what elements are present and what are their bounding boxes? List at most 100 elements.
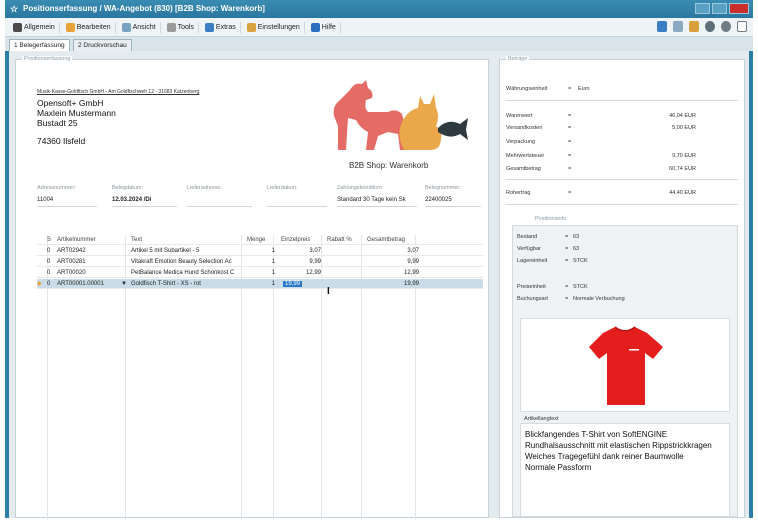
menu-bar: Allgemein Bearbeiten Ansicht Tools Extra… xyxy=(5,18,753,37)
column-header-einzelpreis[interactable]: Einzelpreis xyxy=(281,235,310,245)
article-text-line: Normale Passform xyxy=(525,463,592,472)
content-area: Positionserfassung Musik-Kasse-Goldfisch… xyxy=(9,51,749,520)
amount-row: Mehrwertsteuer = 9,70 EUR xyxy=(506,153,696,159)
stock-row: Bestand = 63 xyxy=(517,234,580,240)
cat-shape xyxy=(399,94,442,150)
divider xyxy=(506,179,738,180)
cell-menge: 1 xyxy=(271,248,275,254)
gear-icon[interactable] xyxy=(721,21,731,32)
cell-gesamtbetrag: 3,07 xyxy=(407,248,419,254)
view-icon xyxy=(121,22,131,32)
shop-logo xyxy=(333,80,468,150)
currency-row: Währungseinheit = Euro xyxy=(506,86,590,92)
window-controls xyxy=(695,3,749,14)
tab-druckvorschau[interactable]: 2 Druckvorschau xyxy=(73,39,132,51)
amount-row: Versandkosten = 5,00 EUR xyxy=(506,125,696,131)
grid-header-row: S Artikelnummer Text Menge Einzelpreis R… xyxy=(37,235,483,245)
window-title: Positionserfassung / WA-Angebot (830) [B… xyxy=(23,4,265,13)
cell-einzelpreis: 9,99 xyxy=(309,259,321,265)
toolbar-right xyxy=(657,21,747,32)
cell-s: 0 xyxy=(47,281,51,287)
column-header-artikelnummer[interactable]: Artikelnummer xyxy=(57,235,96,245)
document-icon[interactable] xyxy=(689,21,699,32)
cell-artikelnummer: ART00020 xyxy=(57,270,86,276)
text-cursor-icon: I xyxy=(327,286,330,297)
cell-s: 0 xyxy=(47,270,51,276)
price-row: Preiseinheit = STCK xyxy=(517,284,588,290)
address-line-street: Bustadt 25 xyxy=(37,118,78,128)
application-window: ☆ Positionserfassung / WA-Angebot (830) … xyxy=(5,0,753,520)
calculator-icon[interactable] xyxy=(673,21,683,32)
cell-einzelpreis: 12,99 xyxy=(305,270,321,276)
help-icon xyxy=(310,22,320,32)
amount-row: Verpackung = xyxy=(506,139,572,145)
window-icon[interactable] xyxy=(737,21,747,32)
table-row[interactable]: 0 ART00281 Vitakraft Emotion Beauty Sele… xyxy=(37,257,483,267)
title-bar[interactable]: ☆ Positionserfassung / WA-Angebot (830) … xyxy=(5,0,753,18)
field-lieferadresse[interactable]: Lieferadresse: xyxy=(187,185,252,207)
cell-artikelnummer: ART00281 xyxy=(57,259,86,265)
field-belegnummer[interactable]: Belegnummer: 22400025 xyxy=(425,185,481,207)
article-text-box[interactable]: Blickfangendes T-Shirt von SoftENGINE Ru… xyxy=(520,423,730,517)
table-row[interactable]: 0 ART02942 Artikel 5 mit Subartikel - 5 … xyxy=(37,246,483,256)
menu-einstellungen[interactable]: Einstellungen xyxy=(243,21,305,33)
menu-ansicht[interactable]: Ansicht xyxy=(118,21,161,33)
group-label: Beträge xyxy=(506,56,530,62)
dropdown-arrow-icon[interactable]: ▼ xyxy=(121,279,127,289)
minimize-button[interactable] xyxy=(695,3,710,14)
cell-einzelpreis-editor[interactable]: 19,99 xyxy=(283,279,303,289)
cell-text: Goldfisch T-Shirt - XS - rot xyxy=(131,281,201,287)
column-header-text[interactable]: Text xyxy=(131,235,142,245)
cell-s: 0 xyxy=(47,248,51,254)
tab-belegerfassung[interactable]: 1 Belegerfassung xyxy=(9,39,70,51)
table-row-selected[interactable]: ◆ 0 ART00001.00001 ▼ Goldfisch T-Shirt -… xyxy=(37,279,483,289)
field-lieferdatum[interactable]: Lieferdatum: xyxy=(267,185,327,207)
article-text-line: Blickfangendes T-Shirt von SoftENGINE xyxy=(525,430,668,439)
cell-artikelnummer: ART02942 xyxy=(57,248,86,254)
column-header-gesamtbetrag[interactable]: Gesamtbetrag xyxy=(367,235,405,245)
article-image xyxy=(520,318,730,412)
menu-tools[interactable]: Tools xyxy=(163,21,199,33)
field-belegdatum[interactable]: Belegdatum: 12.03.2024 /Di xyxy=(112,185,177,207)
column-header-s[interactable]: S xyxy=(47,235,51,245)
help-circle-icon[interactable] xyxy=(705,21,715,32)
amounts-panel: Beträge Währungseinheit = Euro Warenwert… xyxy=(499,56,745,518)
flag-icon[interactable] xyxy=(657,21,667,32)
shop-caption: B2B Shop: Warenkorb xyxy=(349,161,429,170)
close-button[interactable] xyxy=(729,3,749,14)
field-zahlungskondition[interactable]: Zahlungskondition: Standard 30 Tage kein … xyxy=(337,185,417,207)
settings-icon xyxy=(246,22,256,32)
cell-menge: 1 xyxy=(271,281,275,287)
column-header-menge[interactable]: Menge xyxy=(247,235,265,245)
stock-row: Lagereinheit = STCK xyxy=(517,258,588,264)
cell-menge: 1 xyxy=(271,270,275,276)
stock-row: Verfügbar = 63 xyxy=(517,246,580,252)
menu-hilfe[interactable]: Hilfe xyxy=(307,21,341,33)
table-row[interactable]: 0 ART00020 PetBalance Medica Hund Schonk… xyxy=(37,268,483,278)
maximize-button[interactable] xyxy=(712,3,727,14)
star-icon: ☆ xyxy=(10,4,19,14)
document-fields: Adressnummer: 11004 Belegdatum: 12.03.2024… xyxy=(37,185,482,215)
address-line-company: Opensoft+ GmbH xyxy=(37,98,104,108)
cell-gesamtbetrag: 12,99 xyxy=(403,270,419,276)
cell-text: Artikel 5 mit Subartikel - 5 xyxy=(131,248,200,254)
cell-text: PetBalance Medica Hund Schonkost C xyxy=(131,270,235,276)
dog-shape xyxy=(333,80,408,150)
tshirt-icon xyxy=(589,326,663,405)
amount-row: Warenwert = 46,04 EUR xyxy=(506,113,696,119)
tab-bar: 1 Belegerfassung 2 Druckvorschau xyxy=(5,37,753,51)
extras-icon xyxy=(204,22,214,32)
menu-allgemein[interactable]: Allgemein xyxy=(9,21,60,33)
menu-extras[interactable]: Extras xyxy=(201,21,241,33)
row-marker-icon: ◆ xyxy=(37,281,42,287)
cell-text: Vitakraft Emotion Beauty Selection Ac xyxy=(131,259,232,265)
cell-gesamtbetrag: 9,99 xyxy=(407,259,419,265)
cell-einzelpreis: 3,07 xyxy=(309,248,321,254)
field-adressnummer[interactable]: Adressnummer: 11004 xyxy=(37,185,97,207)
group-label: Positionserfassung xyxy=(22,56,73,62)
position-entry-panel: Positionserfassung Musik-Kasse-Goldfisch… xyxy=(15,56,489,520)
column-header-rabatt[interactable]: Rabatt % xyxy=(327,235,352,245)
divider xyxy=(506,204,738,205)
divider xyxy=(506,100,738,101)
menu-bearbeiten[interactable]: Bearbeiten xyxy=(62,21,116,33)
